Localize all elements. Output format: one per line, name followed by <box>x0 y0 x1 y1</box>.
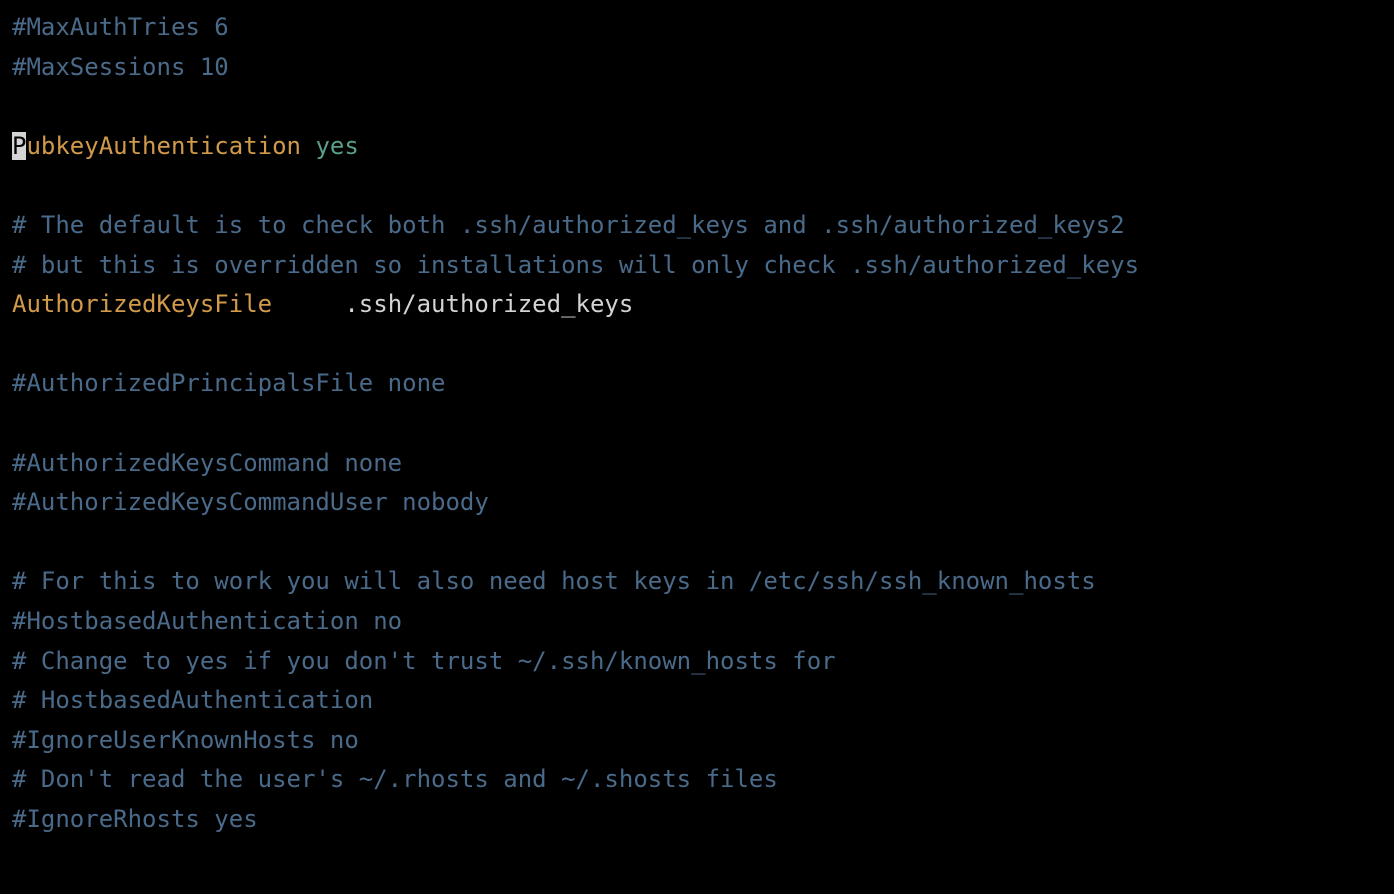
config-directive-pubkeyauth: ubkeyAuthentication <box>26 132 301 160</box>
config-value: .ssh/authorized_keys <box>344 290 633 318</box>
config-comment-line: # Don't read the user's ~/.rhosts and ~/… <box>12 765 778 793</box>
config-comment-line: #MaxAuthTries 6 <box>12 13 229 41</box>
config-comment-line: # HostbasedAuthentication <box>12 686 373 714</box>
config-directive-authorizedkeysfile: AuthorizedKeysFile <box>12 290 272 318</box>
config-comment-line: #MaxSessions 10 <box>12 53 229 81</box>
config-comment-line: # For this to work you will also need ho… <box>12 567 1096 595</box>
config-comment-line: #AuthorizedKeysCommandUser nobody <box>12 488 489 516</box>
config-comment-line: #IgnoreUserKnownHosts no <box>12 726 359 754</box>
config-comment-line: # but this is overridden so installation… <box>12 251 1139 279</box>
config-value: yes <box>301 132 359 160</box>
config-comment-line: #HostbasedAuthentication no <box>12 607 402 635</box>
cursor[interactable]: P <box>12 132 26 160</box>
config-comment-line: #IgnoreRhosts yes <box>12 805 258 833</box>
padding <box>272 290 344 318</box>
config-comment-line: # The default is to check both .ssh/auth… <box>12 211 1125 239</box>
config-comment-line: #AuthorizedKeysCommand none <box>12 449 402 477</box>
config-comment-line: # Change to yes if you don't trust ~/.ss… <box>12 647 836 675</box>
config-comment-line: #AuthorizedPrincipalsFile none <box>12 369 445 397</box>
